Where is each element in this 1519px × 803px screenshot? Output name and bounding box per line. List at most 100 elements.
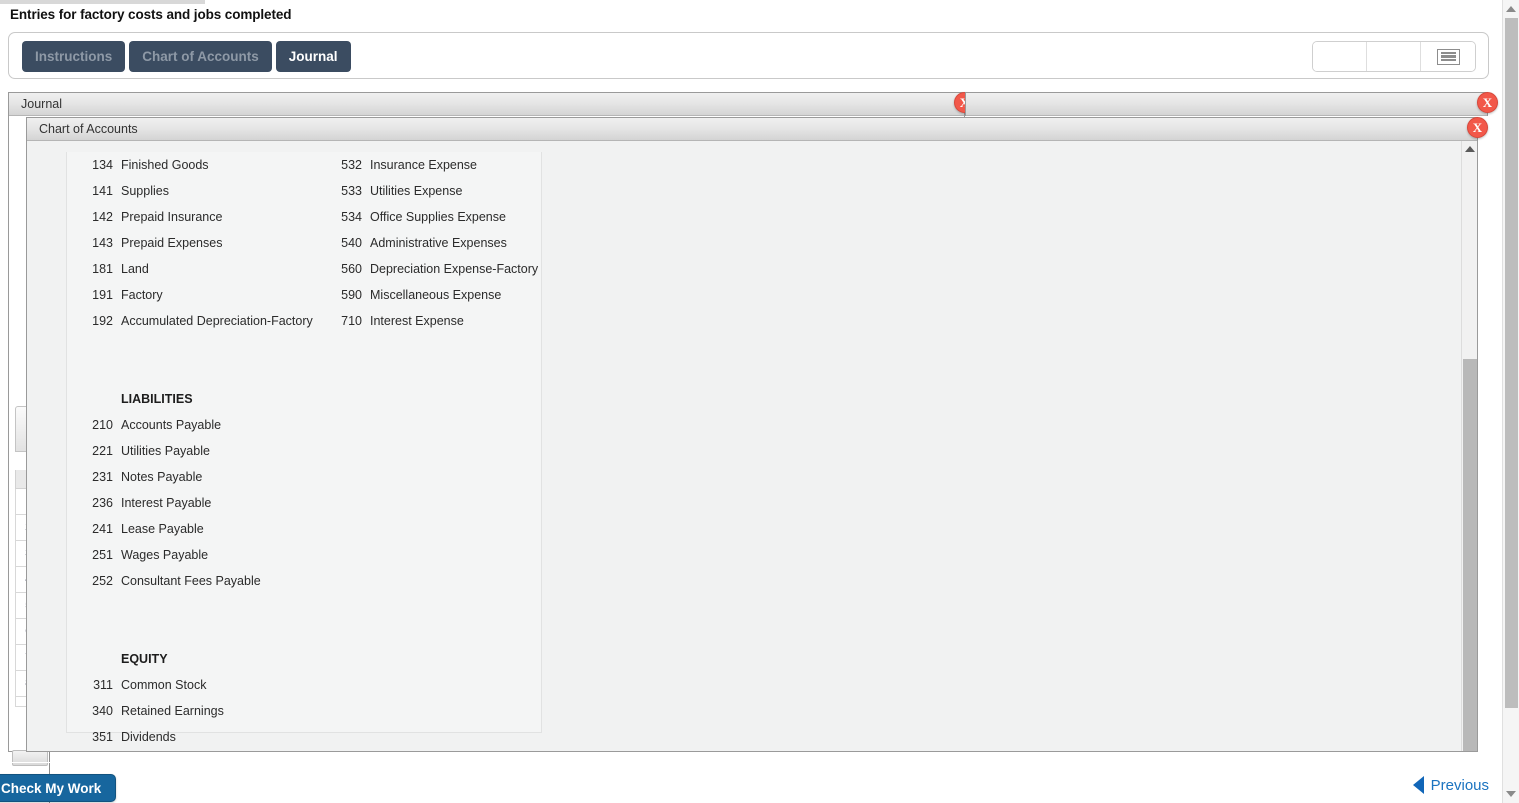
account-name: Finished Goods [121, 158, 209, 172]
account-list-item[interactable]: 231 Notes Payable [83, 464, 313, 490]
account-list-item[interactable]: 532 Insurance Expense [332, 152, 542, 178]
chart-of-accounts-panel: 134 Finished Goods 141 Supplies 142 Prepaid I… [66, 152, 542, 744]
toolbar-button-list-view[interactable] [1421, 42, 1475, 71]
account-number: 534 [341, 210, 362, 224]
account-name: Office Supplies Expense [370, 210, 506, 224]
chart-of-accounts-title: Chart of Accounts [39, 122, 138, 136]
account-name: Depreciation Expense-Factory [370, 262, 539, 276]
account-number: 351 [92, 730, 113, 744]
account-list-item[interactable]: 181 Land [83, 256, 313, 282]
account-name: Interest Payable [121, 496, 212, 510]
account-number: 141 [92, 184, 113, 198]
account-list-item[interactable]: 340 Retained Earnings [83, 698, 313, 724]
account-number: 191 [92, 288, 113, 302]
account-list-item[interactable]: 560 Depreciation Expense-Factory [332, 256, 542, 282]
account-list-item[interactable]: 390Income Summary [83, 750, 313, 751]
account-number: 134 [92, 158, 113, 172]
journal-window-titlebar: Journal X [9, 92, 975, 116]
account-list-item[interactable]: 351 Dividends [83, 724, 313, 750]
check-my-work-button[interactable]: Check My Work [0, 774, 117, 802]
account-list-item[interactable]: 533 Utilities Expense [332, 178, 542, 204]
account-name: Dividends [121, 730, 176, 744]
account-name: Prepaid Expenses [121, 236, 223, 250]
account-list-item[interactable]: 191 Factory [83, 282, 313, 308]
account-list-item[interactable]: 221 Utilities Payable [83, 438, 313, 464]
page-scrollbar[interactable] [1502, 0, 1519, 803]
account-list-item[interactable]: 210 Accounts Payable [83, 412, 313, 438]
account-list-item[interactable]: 311 Common Stock [83, 672, 313, 698]
account-number: 241 [92, 522, 113, 536]
account-list-item[interactable]: 141 Supplies [83, 178, 313, 204]
tab-chart-of-accounts[interactable]: Chart of Accounts [129, 41, 272, 72]
account-number: 311 [93, 678, 113, 692]
account-list-item[interactable]: 236 Interest Payable [83, 490, 313, 516]
account-list-spacer [83, 594, 313, 646]
account-number: 540 [341, 236, 362, 250]
account-number: 143 [92, 236, 113, 250]
account-number: 340 [92, 704, 113, 718]
account-number: 221 [92, 444, 113, 458]
previous-link-label: Previous [1430, 776, 1489, 794]
secondary-window: X [965, 92, 1498, 116]
tab-bar: Instructions Chart of Accounts Journal [8, 32, 1489, 79]
account-number: 192 [92, 314, 113, 328]
account-number: 590 [341, 288, 362, 302]
account-column-right: 532 Insurance Expense 533 Utilities Expense… [332, 152, 542, 334]
account-list-spacer [83, 334, 313, 386]
page-scroll-down-arrow-icon[interactable] [1506, 791, 1516, 797]
footer-divider [0, 762, 1502, 763]
account-list-item[interactable]: 192 Accumulated Depreciation-Factory [83, 308, 313, 334]
account-list-item[interactable]: 241 Lease Payable [83, 516, 313, 542]
tab-journal[interactable]: Journal [275, 41, 351, 72]
top-gray-strip [0, 0, 205, 4]
toolbar-button-group [1312, 41, 1476, 72]
account-list-item[interactable]: 143 Prepaid Expenses [83, 230, 313, 256]
chart-of-accounts-close-icon[interactable]: X [1467, 117, 1488, 138]
account-name: Interest Expense [370, 314, 464, 328]
page-scroll-up-arrow-icon[interactable] [1506, 6, 1516, 12]
page-scrollbar-thumb[interactable] [1505, 18, 1518, 708]
account-name: Administrative Expenses [370, 236, 507, 250]
account-name: Miscellaneous Expense [370, 288, 502, 302]
account-column-left: 134 Finished Goods 141 Supplies 142 Prepaid I… [83, 152, 313, 751]
account-number: 560 [341, 262, 362, 276]
account-list-item[interactable]: 710 Interest Expense [332, 308, 542, 334]
journal-window-title: Journal [21, 97, 62, 111]
account-name: Utilities Expense [370, 184, 463, 198]
account-number: 532 [341, 158, 362, 172]
account-name: Supplies [121, 184, 169, 198]
chart-of-accounts-scrollbar[interactable] [1461, 141, 1477, 751]
account-list-item[interactable]: 134 Finished Goods [83, 152, 313, 178]
list-view-icon [1436, 48, 1460, 65]
account-name: Insurance Expense [370, 158, 478, 172]
journal-hscroll-thumb-secondary[interactable] [12, 750, 48, 766]
account-number: 710 [341, 314, 362, 328]
account-list-item[interactable]: 590 Miscellaneous Expense [332, 282, 542, 308]
account-list-item[interactable]: 540 Administrative Expenses [332, 230, 542, 256]
toolbar-button-1[interactable] [1313, 42, 1367, 71]
account-number: 210 [92, 418, 113, 432]
scroll-up-arrow-icon[interactable] [1465, 146, 1475, 152]
previous-link[interactable]: Previous [1412, 776, 1489, 794]
account-section-header: EQUITY [121, 652, 168, 666]
account-list-item[interactable]: 251 Wages Payable [83, 542, 313, 568]
account-list-item[interactable]: 252 Consultant Fees Payable [83, 568, 313, 594]
account-name: Accounts Payable [121, 418, 222, 432]
chevron-left-icon [1412, 776, 1424, 794]
secondary-close-icon[interactable]: X [1477, 92, 1498, 113]
tab-group: Instructions Chart of Accounts Journal [22, 41, 351, 72]
chart-of-accounts-scrollbar-thumb[interactable] [1463, 359, 1477, 751]
account-name: Factory [121, 288, 163, 302]
chart-of-accounts-window: Chart of Accounts X 134 Finished Goods 141… [26, 117, 1488, 752]
account-list-item[interactable]: 142 Prepaid Insurance [83, 204, 313, 230]
toolbar-button-2[interactable] [1367, 42, 1421, 71]
chart-of-accounts-body: 134 Finished Goods 141 Supplies 142 Prepaid I… [27, 141, 1477, 751]
account-name: Prepaid Insurance [121, 210, 223, 224]
account-list-item[interactable]: 534 Office Supplies Expense [332, 204, 542, 230]
account-name: Land [121, 262, 149, 276]
account-number: 251 [92, 548, 113, 562]
tab-instructions[interactable]: Instructions [22, 41, 126, 72]
account-name: Utilities Payable [121, 444, 210, 458]
account-name: Notes Payable [121, 470, 203, 484]
account-name: Lease Payable [121, 522, 204, 536]
